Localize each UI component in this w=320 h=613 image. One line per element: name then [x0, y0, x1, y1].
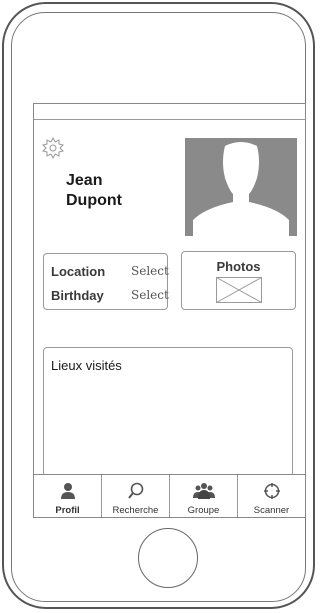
target-icon: [263, 483, 280, 499]
settings-gear-icon[interactable]: [42, 137, 64, 159]
app-screen: Jean Dupont Location Select Birthday Sel…: [33, 103, 306, 518]
birthday-row[interactable]: Birthday Select: [51, 288, 169, 303]
visited-places-title: Lieux visités: [51, 358, 122, 373]
profile-name: Jean Dupont: [66, 171, 122, 211]
location-row[interactable]: Location Select: [51, 264, 169, 279]
tab-profil[interactable]: Profil: [34, 475, 102, 517]
home-button[interactable]: [138, 528, 198, 588]
avatar-silhouette-icon: [193, 142, 289, 236]
tab-bar: Profil Recherche Groupe Scanner: [34, 474, 305, 517]
birthday-select[interactable]: Select: [131, 288, 169, 302]
person-icon: [60, 483, 75, 499]
tab-scanner[interactable]: Scanner: [238, 475, 305, 517]
tab-label: Profil: [55, 505, 80, 516]
tab-label: Scanner: [253, 505, 290, 516]
first-name: Jean: [66, 172, 103, 189]
status-bar: [34, 104, 305, 120]
tab-label: Recherche: [112, 505, 159, 516]
last-name: Dupont: [66, 192, 122, 209]
visited-places-panel: Lieux visités: [43, 347, 293, 477]
tab-label: Groupe: [187, 505, 220, 516]
photos-title: Photos: [216, 259, 261, 274]
info-card: Location Select Birthday Select: [43, 253, 169, 310]
location-select[interactable]: Select: [131, 264, 169, 278]
photos-card[interactable]: Photos: [181, 251, 296, 310]
search-icon: [127, 482, 143, 499]
group-icon: [192, 483, 215, 499]
tab-groupe[interactable]: Groupe: [170, 475, 238, 517]
location-label: Location: [51, 264, 106, 279]
tab-recherche[interactable]: Recherche: [102, 475, 170, 517]
image-placeholder-icon: [216, 277, 262, 303]
profile-photo[interactable]: [185, 138, 297, 236]
birthday-label: Birthday: [51, 288, 104, 303]
